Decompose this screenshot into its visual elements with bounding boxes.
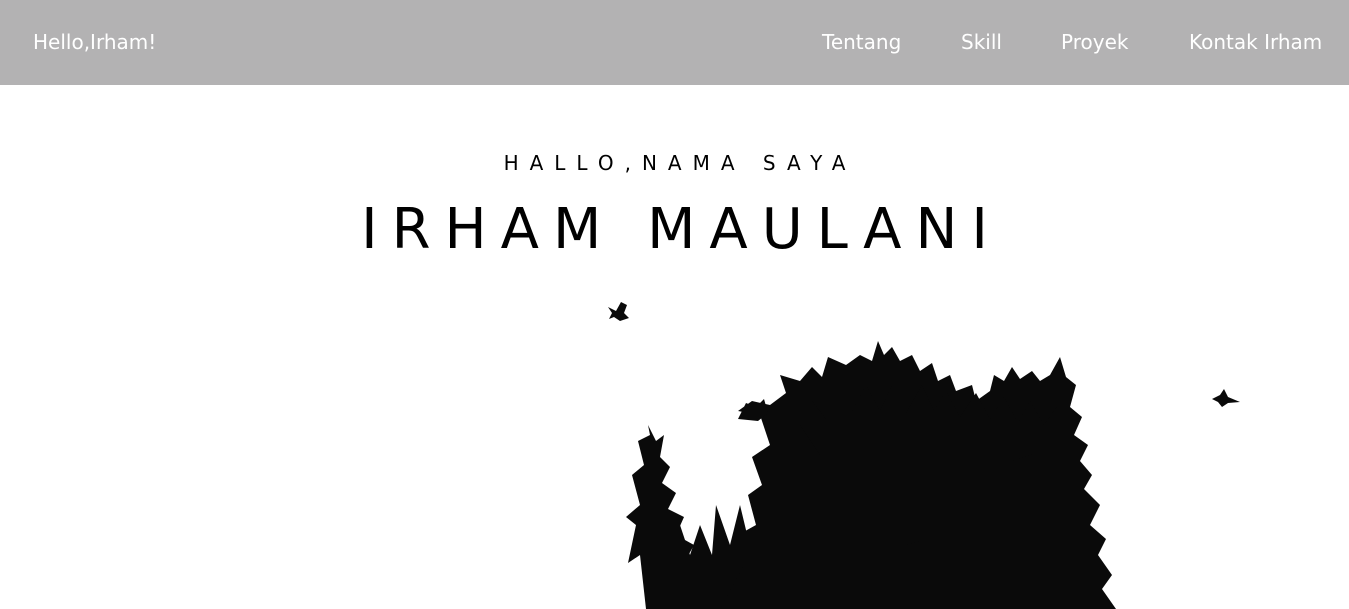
hero-name: IRHAM MAULANI	[361, 197, 1002, 262]
bird-icon	[608, 302, 629, 321]
top-navbar: Hello,Irham! Tentang Skill Proyek Kontak…	[0, 0, 1349, 85]
hero-section: HALLO,NAMA SAYA IRHAM MAULANI	[0, 85, 1349, 609]
nav-link-tentang[interactable]: Tentang	[822, 29, 901, 55]
bird-icon	[1212, 389, 1240, 407]
brand-link[interactable]: Hello,Irham!	[33, 29, 156, 55]
tree-silhouette	[626, 341, 1116, 609]
nav-link-proyek[interactable]: Proyek	[1061, 29, 1128, 55]
nav-link-kontak[interactable]: Kontak Irham	[1189, 29, 1322, 55]
hero-greeting: HALLO,NAMA SAYA	[503, 151, 857, 175]
nav-link-skill[interactable]: Skill	[961, 29, 1002, 55]
